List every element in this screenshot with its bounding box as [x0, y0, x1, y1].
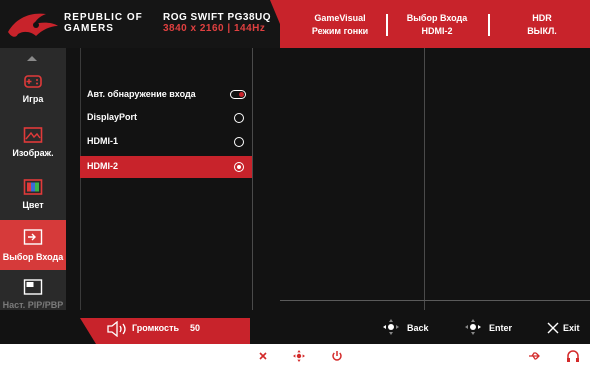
sidebar-item-label: Игра	[22, 94, 44, 104]
footer-divider	[280, 300, 590, 301]
radio-button-selected[interactable]	[234, 162, 244, 172]
status-hdr-title: HDR	[532, 13, 552, 23]
status-gamevisual-value: Режим гонки	[311, 26, 369, 36]
sidebar-item-label: Цвет	[22, 200, 44, 210]
status-gamevisual: GameVisual Режим гонки	[300, 12, 380, 38]
brand-line-2: GAMERS	[64, 23, 114, 34]
option-hdmi-2[interactable]: HDMI-2	[80, 156, 252, 178]
color-icon	[23, 179, 43, 195]
volume-value: 50	[190, 323, 201, 333]
sidebar-item-input-select[interactable]: Выбор Входа	[0, 220, 66, 270]
volume-bar-wedge	[80, 318, 96, 344]
option-hdmi-1[interactable]: HDMI-1	[80, 131, 252, 153]
option-label: HDMI-2	[87, 161, 118, 171]
brand-name: REPUBLIC OF GAMERS	[64, 12, 143, 34]
status-hdr-value: ВЫКЛ.	[527, 26, 557, 36]
radio-button[interactable]	[234, 137, 244, 147]
joystick-hotkey-icon[interactable]	[292, 349, 306, 363]
pip-pbp-icon	[23, 279, 43, 295]
option-displayport[interactable]: DisplayPort	[80, 107, 252, 129]
power-icon[interactable]	[330, 349, 344, 363]
radio-button[interactable]	[234, 113, 244, 123]
toggle-switch[interactable]	[230, 90, 246, 99]
sidebar-item-label: Выбор Входа	[2, 252, 64, 262]
column-divider	[424, 48, 425, 310]
status-separator	[386, 14, 388, 36]
exit-label: Exit	[563, 323, 580, 333]
sidebar-item-color[interactable]: Цвет	[0, 172, 66, 220]
monitor-osd: REPUBLIC OF GAMERS ROG SWIFT PG38UQ 3840…	[0, 0, 590, 344]
sidebar-item-label: Изображ.	[12, 148, 54, 158]
status-input: Выбор Входа HDMI-2	[392, 12, 482, 38]
column-divider	[252, 48, 253, 310]
speaker-icon	[107, 321, 126, 337]
option-label: HDMI-1	[87, 136, 118, 146]
osd-header: REPUBLIC OF GAMERS ROG SWIFT PG38UQ 3840…	[0, 0, 590, 48]
close-hotkey-icon[interactable]	[256, 349, 270, 363]
usb-icon	[529, 352, 540, 360]
option-label: DisplayPort	[87, 112, 138, 122]
option-label: Авт. обнаружение входа	[87, 89, 196, 99]
status-gamevisual-title: GameVisual	[314, 13, 366, 23]
input-select-icon	[23, 229, 43, 245]
joystick-enter-icon	[465, 319, 481, 335]
gamepad-icon	[24, 75, 42, 88]
enter-label: Enter	[489, 323, 513, 333]
option-auto-input-detect[interactable]: Авт. обнаружение входа	[80, 84, 252, 106]
image-icon	[23, 127, 43, 143]
sidebar-item-label: Наст. PIP/PBP	[2, 300, 64, 310]
scroll-up-icon[interactable]	[27, 56, 37, 61]
status-input-title: Выбор Входа	[406, 13, 468, 23]
volume-label: Громкость	[132, 323, 180, 333]
status-input-value: HDMI-2	[421, 26, 453, 36]
rog-logo-icon	[8, 13, 58, 37]
close-icon	[547, 322, 559, 334]
status-separator	[488, 14, 490, 36]
sidebar-item-image[interactable]: Изображ.	[0, 120, 66, 168]
brand-line-1: REPUBLIC OF	[64, 12, 143, 23]
joystick-back-icon	[383, 319, 399, 335]
resolution-info: 3840 x 2160 | 144Hz	[163, 23, 266, 34]
sidebar-item-game[interactable]: Игра	[0, 66, 66, 114]
model-info: ROG SWIFT PG38UQ 3840 x 2160 | 144Hz	[163, 12, 271, 34]
sidebar: Игра Изображ. Цвет Выбор Входа Наст. PIP…	[0, 48, 66, 344]
status-hdr: HDR ВЫКЛ.	[504, 12, 580, 38]
headphone-icon	[567, 350, 579, 362]
back-label: Back	[407, 323, 429, 333]
model-name: ROG SWIFT PG38UQ	[163, 12, 272, 23]
